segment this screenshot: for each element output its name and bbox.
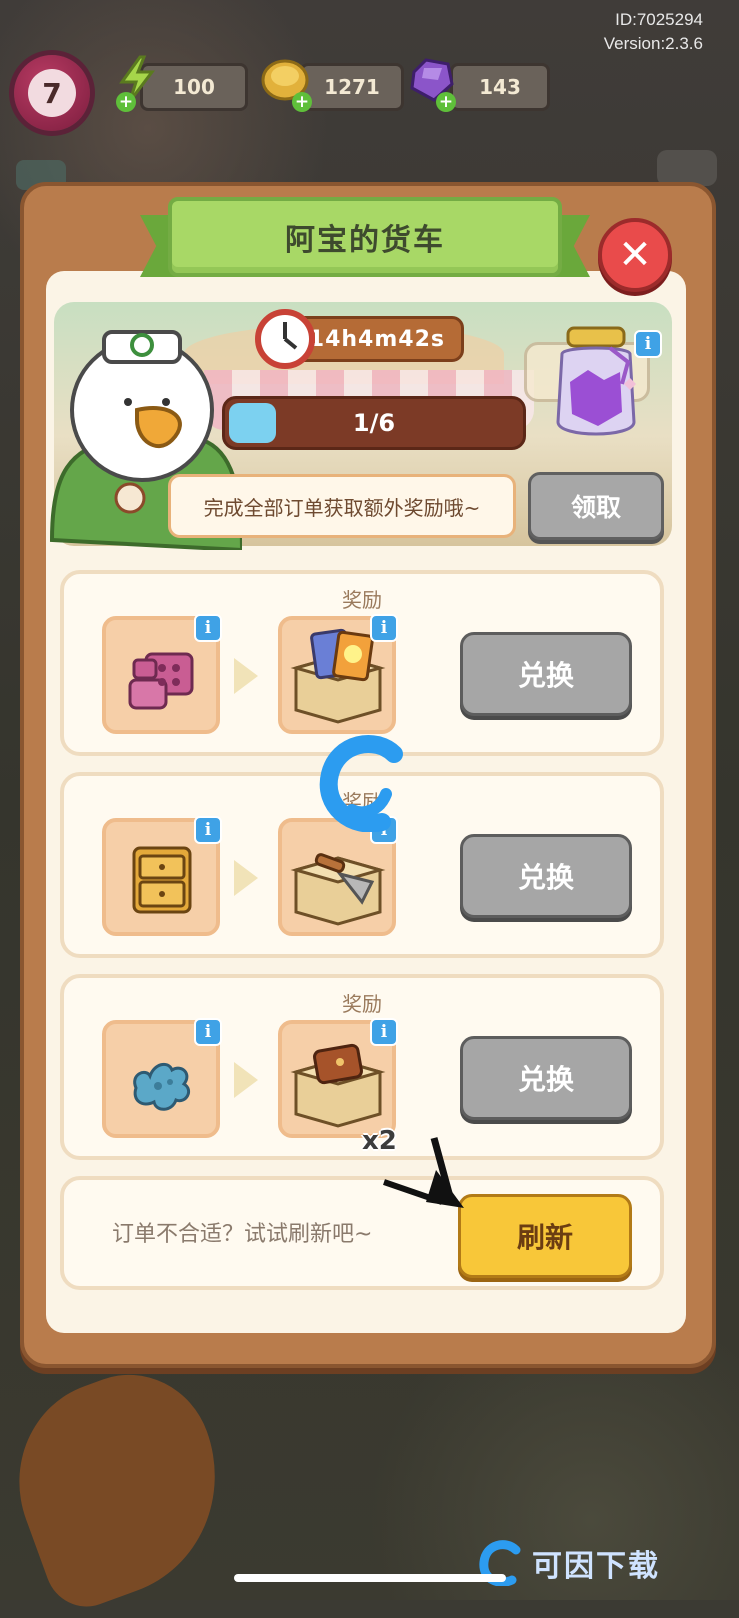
arrow-right-icon (234, 1062, 258, 1098)
version-info: ID:7025294 Version:2.3.6 (604, 8, 703, 56)
refresh-row: 订单不合适？试试刷新吧~ 刷新 (60, 1176, 664, 1290)
refresh-button-label: 刷新 (516, 1221, 573, 1254)
close-button[interactable]: ✕ (598, 218, 672, 292)
claim-button-label: 领取 (570, 493, 621, 522)
order-card: 奖励 i i x2 兑换 (60, 974, 664, 1160)
coin-counter[interactable]: 1271 (300, 63, 404, 111)
output-info-icon[interactable]: i (370, 614, 398, 642)
input-info-icon[interactable]: i (194, 816, 222, 844)
exchange-button-label: 兑换 (517, 861, 574, 894)
level-number: 7 (28, 69, 76, 117)
add-energy-icon[interactable]: + (116, 92, 136, 112)
exchange-button-label: 兑换 (517, 1063, 574, 1096)
input-info-icon[interactable]: i (194, 614, 222, 642)
version-label: Version:2.3.6 (603, 34, 703, 53)
exchange-button-label: 兑换 (517, 659, 574, 692)
bonus-hint: 完成全部订单获取额外奖励哦~ (168, 474, 516, 538)
jar-info-icon[interactable]: i (634, 330, 662, 358)
energy-value: 100 (173, 75, 215, 99)
exchange-button[interactable]: 兑换 (460, 1036, 632, 1120)
close-icon: ✕ (618, 232, 652, 278)
add-gems-icon[interactable]: + (436, 92, 456, 112)
add-coins-icon[interactable]: + (292, 92, 312, 112)
bonus-hint-text: 完成全部订单获取额外奖励哦~ (203, 495, 481, 520)
input-info-icon[interactable]: i (194, 1018, 222, 1046)
panel-title: 阿宝的货车 (168, 197, 562, 277)
order-progress-bar: 1/6 (222, 396, 526, 450)
watermark-text: 可因下载 (532, 1549, 660, 1584)
arrow-right-icon (234, 860, 258, 896)
level-badge[interactable]: 7 (14, 55, 90, 131)
timer-value: 14h4m42s (308, 326, 445, 352)
exchange-button[interactable]: 兑换 (460, 632, 632, 716)
claim-button[interactable]: 领取 (528, 472, 664, 540)
gem-jar-reward-icon[interactable] (548, 322, 644, 444)
order-card: 奖励 i i 兑换 (60, 570, 664, 756)
output-info-icon[interactable]: i (370, 1018, 398, 1046)
watermark-logo-icon (319, 735, 403, 832)
refresh-hint: 订单不合适？试试刷新吧~ (112, 1222, 373, 1247)
progress-label: 1/6 (352, 409, 396, 437)
player-id: ID:7025294 (615, 10, 703, 29)
exchange-button[interactable]: 兑换 (460, 834, 632, 918)
title-ribbon: 阿宝的货车 (140, 197, 590, 277)
pointer-arrow-icon (383, 1137, 464, 1208)
order-reward-label: 奖励 (342, 992, 382, 1016)
coin-value: 1271 (324, 75, 380, 99)
home-indicator[interactable] (234, 1574, 506, 1582)
refresh-button[interactable]: 刷新 (458, 1194, 632, 1278)
order-reward-label: 奖励 (342, 588, 382, 612)
gem-counter[interactable]: 143 (450, 63, 550, 111)
arrow-right-icon (234, 658, 258, 694)
clock-icon (255, 309, 315, 369)
gem-value: 143 (479, 75, 521, 99)
background-settings-stub (657, 150, 717, 186)
